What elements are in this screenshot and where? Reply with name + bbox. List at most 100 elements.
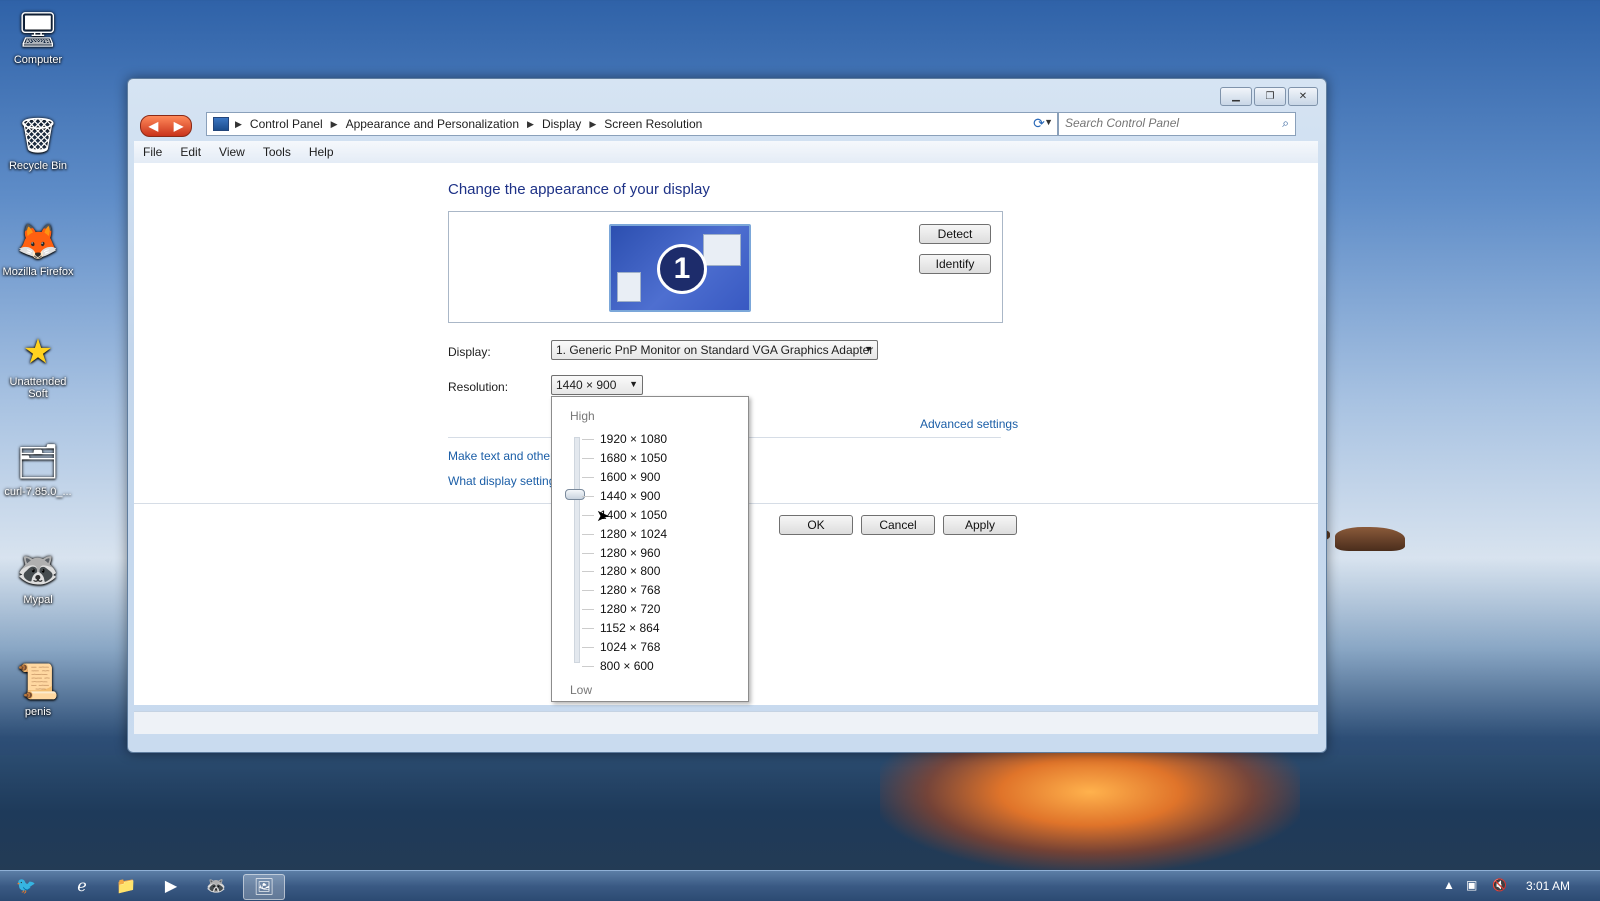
desktop-icon-label: penis xyxy=(24,706,52,718)
start-button[interactable]: 🐦 xyxy=(6,874,46,898)
slider-tick xyxy=(582,609,594,610)
screen-resolution-window: ▁ ❐ ✕ ◀ ▶ ▶ Control Panel ▶ Appearance a… xyxy=(127,78,1327,753)
star-icon: ★ xyxy=(22,333,54,371)
breadcrumb-control-panel[interactable]: Control Panel xyxy=(250,117,323,131)
folder-icon: 📁 xyxy=(116,878,136,895)
display-settings-help-link[interactable]: What display setting xyxy=(448,474,555,488)
monitor-preview-box: 1 Detect Identify xyxy=(448,211,1003,323)
refresh-icon: ⟳ xyxy=(1033,114,1045,131)
text-size-link[interactable]: Make text and other xyxy=(448,449,554,463)
taskbar-mypal[interactable]: 🦝 xyxy=(198,874,234,898)
detect-button[interactable]: Detect xyxy=(919,224,991,244)
desktop-icon-firefox[interactable]: 🦊 Mozilla Firefox xyxy=(2,220,74,278)
recycle-bin-icon: 🗑 xyxy=(16,117,60,155)
slider-tick xyxy=(582,666,594,667)
advanced-settings-link[interactable]: Advanced settings xyxy=(920,417,1018,431)
media-player-icon: ▶ xyxy=(164,878,178,895)
desktop-icon-label: Unattended Soft xyxy=(9,376,67,400)
breadcrumb-separator-icon[interactable]: ▶ xyxy=(589,119,596,130)
resolution-option[interactable]: 1600 × 900 xyxy=(600,470,660,484)
menu-view[interactable]: View xyxy=(210,145,254,159)
search-box[interactable]: ⌕ xyxy=(1058,112,1296,136)
desktop-icon-recycle-bin[interactable]: 🗑 Recycle Bin xyxy=(2,114,74,172)
breadcrumb-appearance[interactable]: Appearance and Personalization xyxy=(346,117,519,131)
taskbar-control-panel[interactable]: 🖼 xyxy=(243,874,285,900)
menu-edit[interactable]: Edit xyxy=(171,145,210,159)
menu-help[interactable]: Help xyxy=(300,145,343,159)
resolution-slider-track[interactable] xyxy=(574,437,580,663)
firefox-icon: 🦊 xyxy=(16,223,60,261)
resolution-select-value: 1440 × 900 xyxy=(556,378,617,392)
desktop-icon-curl[interactable]: 🗂 curl-7.85.0_... xyxy=(2,440,74,498)
resolution-option[interactable]: 1920 × 1080 xyxy=(600,432,667,446)
chevron-down-icon: ▼ xyxy=(629,379,638,389)
display-select-value: 1. Generic PnP Monitor on Standard VGA G… xyxy=(556,343,874,357)
resolution-option[interactable]: 800 × 600 xyxy=(600,659,654,673)
minimize-icon: ▁ xyxy=(1232,91,1240,102)
search-icon[interactable]: ⌕ xyxy=(1282,116,1289,131)
resolution-option[interactable]: 1024 × 768 xyxy=(600,640,660,654)
slider-tick xyxy=(582,458,594,459)
network-icon[interactable]: ▣ xyxy=(1466,878,1477,892)
maximize-button[interactable]: ❐ xyxy=(1254,87,1286,106)
window-controls: ▁ ❐ ✕ xyxy=(1220,87,1318,106)
slider-tick xyxy=(582,553,594,554)
cancel-button[interactable]: Cancel xyxy=(861,515,935,535)
apply-button[interactable]: Apply xyxy=(943,515,1017,535)
breadcrumb-screen-resolution[interactable]: Screen Resolution xyxy=(604,117,702,131)
slider-tick xyxy=(582,515,594,516)
content-pane: Change the appearance of your display 1 … xyxy=(134,163,1318,705)
menu-file[interactable]: File xyxy=(134,145,171,159)
search-input[interactable] xyxy=(1059,113,1271,133)
resolution-option-selected[interactable]: 1440 × 900 xyxy=(600,489,660,503)
clock[interactable]: 3:01 AM xyxy=(1526,879,1570,893)
desktop-wallpaper-sea xyxy=(0,755,1600,870)
resolution-dropdown: High 1920 × 1080 1680 × 1050 1600 × 900 … xyxy=(551,396,749,702)
ok-button[interactable]: OK xyxy=(779,515,853,535)
address-bar[interactable]: ▶ Control Panel ▶ Appearance and Persona… xyxy=(206,112,1058,136)
back-arrow-icon[interactable]: ◀ xyxy=(149,119,158,133)
menu-bar: File Edit View Tools Help xyxy=(134,141,1318,164)
close-button[interactable]: ✕ xyxy=(1288,87,1318,106)
taskbar-explorer[interactable]: 📁 xyxy=(108,874,144,898)
taskbar-media-player[interactable]: ▶ xyxy=(153,874,189,898)
resolution-slider-thumb[interactable] xyxy=(565,489,585,500)
resolution-option[interactable]: 1280 × 800 xyxy=(600,564,660,578)
monitor-1-preview[interactable]: 1 xyxy=(609,224,751,312)
desktop-icon-unattended-soft[interactable]: ★ Unattended Soft xyxy=(2,330,74,400)
desktop-icon-computer[interactable]: 🖥 Computer xyxy=(2,8,74,66)
identify-button[interactable]: Identify xyxy=(919,254,991,274)
certificate-icon: 📜 xyxy=(16,663,60,701)
desktop-wallpaper-sunset xyxy=(880,750,1300,870)
display-select[interactable]: 1. Generic PnP Monitor on Standard VGA G… xyxy=(551,340,878,360)
desktop-icon-label: curl-7.85.0_... xyxy=(4,486,72,498)
resolution-select[interactable]: 1440 × 900 ▼ xyxy=(551,375,643,395)
resolution-option[interactable]: 1280 × 960 xyxy=(600,546,660,560)
volume-muted-icon[interactable]: 🔇 xyxy=(1492,878,1507,892)
desktop-icon-mypal[interactable]: 🦝 Mypal xyxy=(2,548,74,606)
resolution-option[interactable]: 1280 × 720 xyxy=(600,602,660,616)
breadcrumb-separator-icon[interactable]: ▶ xyxy=(527,119,534,130)
menu-tools[interactable]: Tools xyxy=(254,145,300,159)
breadcrumb-separator-icon[interactable]: ▶ xyxy=(331,119,338,130)
breadcrumb-separator-icon[interactable]: ▶ xyxy=(235,119,242,130)
raccoon-icon: 🦝 xyxy=(16,551,60,589)
desktop-wallpaper-rock xyxy=(1335,527,1405,551)
breadcrumb-display[interactable]: Display xyxy=(542,117,581,131)
resolution-option[interactable]: 1152 × 864 xyxy=(600,621,660,635)
show-hidden-icons-icon[interactable]: ▲ xyxy=(1443,878,1455,892)
taskbar-ie[interactable]: ℯ xyxy=(64,874,100,898)
control-panel-icon xyxy=(213,117,229,131)
desktop-icon-label: Recycle Bin xyxy=(8,160,68,172)
minimize-button[interactable]: ▁ xyxy=(1220,87,1252,106)
slider-tick xyxy=(582,628,594,629)
desktop-icon-penis[interactable]: 📜 penis xyxy=(2,660,74,718)
resolution-option[interactable]: 1280 × 768 xyxy=(600,583,660,597)
resolution-option[interactable]: 1280 × 1024 xyxy=(600,527,667,541)
high-label: High xyxy=(570,409,595,423)
resolution-option[interactable]: 1680 × 1050 xyxy=(600,451,667,465)
resolution-option[interactable]: 1400 × 1050 xyxy=(600,508,667,522)
mouse-cursor-icon: ➤ xyxy=(596,508,610,525)
forward-arrow-icon[interactable]: ▶ xyxy=(174,119,183,133)
refresh-button[interactable]: ⟳ xyxy=(1028,112,1050,134)
